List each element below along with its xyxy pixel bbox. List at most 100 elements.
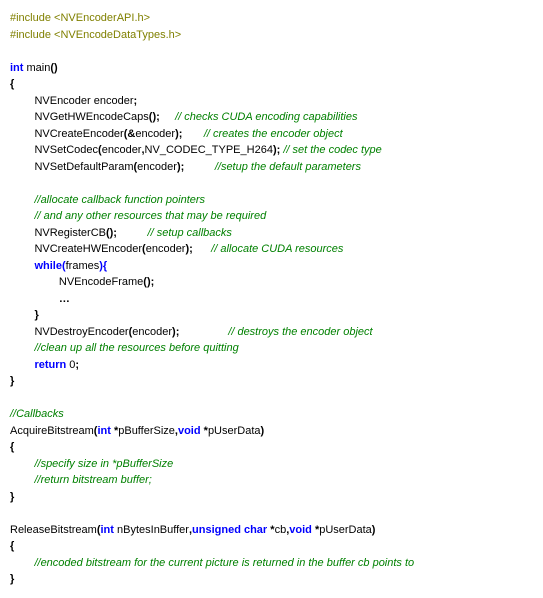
code-token: (); xyxy=(143,276,154,288)
code-token: ); xyxy=(185,243,192,255)
code-token: // set the codec type xyxy=(283,144,381,156)
code-token: //specify size in *pBufferSize xyxy=(34,458,173,470)
code-token xyxy=(182,128,203,140)
code-token: ){ xyxy=(99,260,107,272)
code-token: NVCreateEncoder xyxy=(10,128,124,140)
code-line: #include <NVEncodeDataTypes.h> xyxy=(10,27,533,44)
code-line xyxy=(10,43,533,60)
code-line: while(frames){ xyxy=(10,258,533,275)
code-line: } xyxy=(10,489,533,506)
code-token: #include <NVEncodeDataTypes.h> xyxy=(10,29,181,41)
code-token: void xyxy=(289,524,312,536)
code-token: encoder xyxy=(102,144,142,156)
code-token xyxy=(160,111,175,123)
code-token: pBufferSize xyxy=(118,425,175,437)
code-token: // creates the encoder object xyxy=(204,128,343,140)
code-token xyxy=(10,194,34,206)
code-line: NVEncodeFrame(); xyxy=(10,274,533,291)
code-token: ReleaseBitstream xyxy=(10,524,97,536)
code-token: (); xyxy=(149,111,160,123)
code-line: NVCreateEncoder(&encoder); // creates th… xyxy=(10,126,533,143)
code-token: pUserData xyxy=(208,425,261,437)
code-line: //clean up all the resources before quit… xyxy=(10,340,533,357)
code-line xyxy=(10,390,533,407)
code-line: { xyxy=(10,439,533,456)
code-token: frames xyxy=(66,260,100,272)
code-token: int xyxy=(101,524,114,536)
code-token: NVSetDefaultParam xyxy=(10,161,134,173)
code-token xyxy=(10,557,34,569)
code-token: ) xyxy=(261,425,265,437)
code-line: //specify size in *pBufferSize xyxy=(10,456,533,473)
code-token: ; xyxy=(75,359,79,371)
code-token: (& xyxy=(124,128,136,140)
code-line: #include <NVEncoderAPI.h> xyxy=(10,10,533,27)
code-token xyxy=(10,474,34,486)
code-token: //setup the default parameters xyxy=(215,161,361,173)
code-line: } xyxy=(10,373,533,390)
code-token: } xyxy=(34,309,38,321)
code-token: } xyxy=(10,491,14,503)
code-token: ; xyxy=(134,95,138,107)
code-line: //encoded bitstream for the current pict… xyxy=(10,555,533,572)
code-token: { xyxy=(10,78,14,90)
code-line: NVDestroyEncoder(encoder); // destroys t… xyxy=(10,324,533,341)
code-block: #include <NVEncoderAPI.h> #include <NVEnc… xyxy=(10,10,533,588)
code-token: nBytesInBuffer xyxy=(114,524,189,536)
code-token: //Callbacks xyxy=(10,408,64,420)
code-token xyxy=(10,458,34,470)
code-token: //clean up all the resources before quit… xyxy=(34,342,238,354)
code-token: unsigned char xyxy=(192,524,267,536)
code-token: AcquireBitstream xyxy=(10,425,94,437)
code-line: … xyxy=(10,291,533,308)
code-token: ) xyxy=(372,524,376,536)
code-line: NVSetDefaultParam(encoder); //setup the … xyxy=(10,159,533,176)
code-token: NVEncoder encoder xyxy=(10,95,134,107)
code-token xyxy=(10,260,34,272)
code-token: } xyxy=(10,375,14,387)
code-token: //return bitstream buffer; xyxy=(34,474,151,486)
code-token: { xyxy=(10,540,14,552)
code-line xyxy=(10,505,533,522)
code-token xyxy=(117,227,148,239)
code-token xyxy=(179,326,228,338)
code-token: // destroys the encoder object xyxy=(228,326,372,338)
code-token: //allocate callback function pointers xyxy=(34,194,205,206)
code-token: pUserData xyxy=(319,524,372,536)
code-line: //Callbacks xyxy=(10,406,533,423)
code-token xyxy=(10,309,34,321)
code-line: ReleaseBitstream(int nBytesInBuffer,unsi… xyxy=(10,522,533,539)
code-token: NV_CODEC_TYPE_H264 xyxy=(145,144,273,156)
code-token: } xyxy=(10,573,14,585)
code-token: main xyxy=(23,62,50,74)
code-token xyxy=(10,359,34,371)
code-line: // and any other resources that may be r… xyxy=(10,208,533,225)
code-line: //return bitstream buffer; xyxy=(10,472,533,489)
code-token xyxy=(193,243,211,255)
code-line: NVCreateHWEncoder(encoder); // allocate … xyxy=(10,241,533,258)
code-line: int main() xyxy=(10,60,533,77)
code-token: int xyxy=(10,62,23,74)
code-line: NVEncoder encoder; xyxy=(10,93,533,110)
code-token: NVDestroyEncoder xyxy=(10,326,129,338)
code-token: { xyxy=(10,441,14,453)
code-token: while( xyxy=(34,260,65,272)
code-token xyxy=(10,210,34,222)
code-line: NVGetHWEncodeCaps(); // checks CUDA enco… xyxy=(10,109,533,126)
code-token: NVGetHWEncodeCaps xyxy=(10,111,149,123)
code-line: return 0; xyxy=(10,357,533,374)
code-line xyxy=(10,175,533,192)
code-token: encoder xyxy=(132,326,172,338)
code-token: encoder xyxy=(137,161,177,173)
code-token: … xyxy=(59,293,70,305)
code-token: //encoded bitstream for the current pict… xyxy=(34,557,414,569)
code-token: encoder xyxy=(146,243,186,255)
code-token: // and any other resources that may be r… xyxy=(34,210,266,222)
code-token: () xyxy=(50,62,57,74)
code-token: // allocate CUDA resources xyxy=(211,243,343,255)
code-token: void xyxy=(178,425,201,437)
code-line: { xyxy=(10,538,533,555)
code-token: NVCreateHWEncoder xyxy=(10,243,142,255)
code-line: } xyxy=(10,307,533,324)
code-token: // checks CUDA encoding capabilities xyxy=(175,111,357,123)
